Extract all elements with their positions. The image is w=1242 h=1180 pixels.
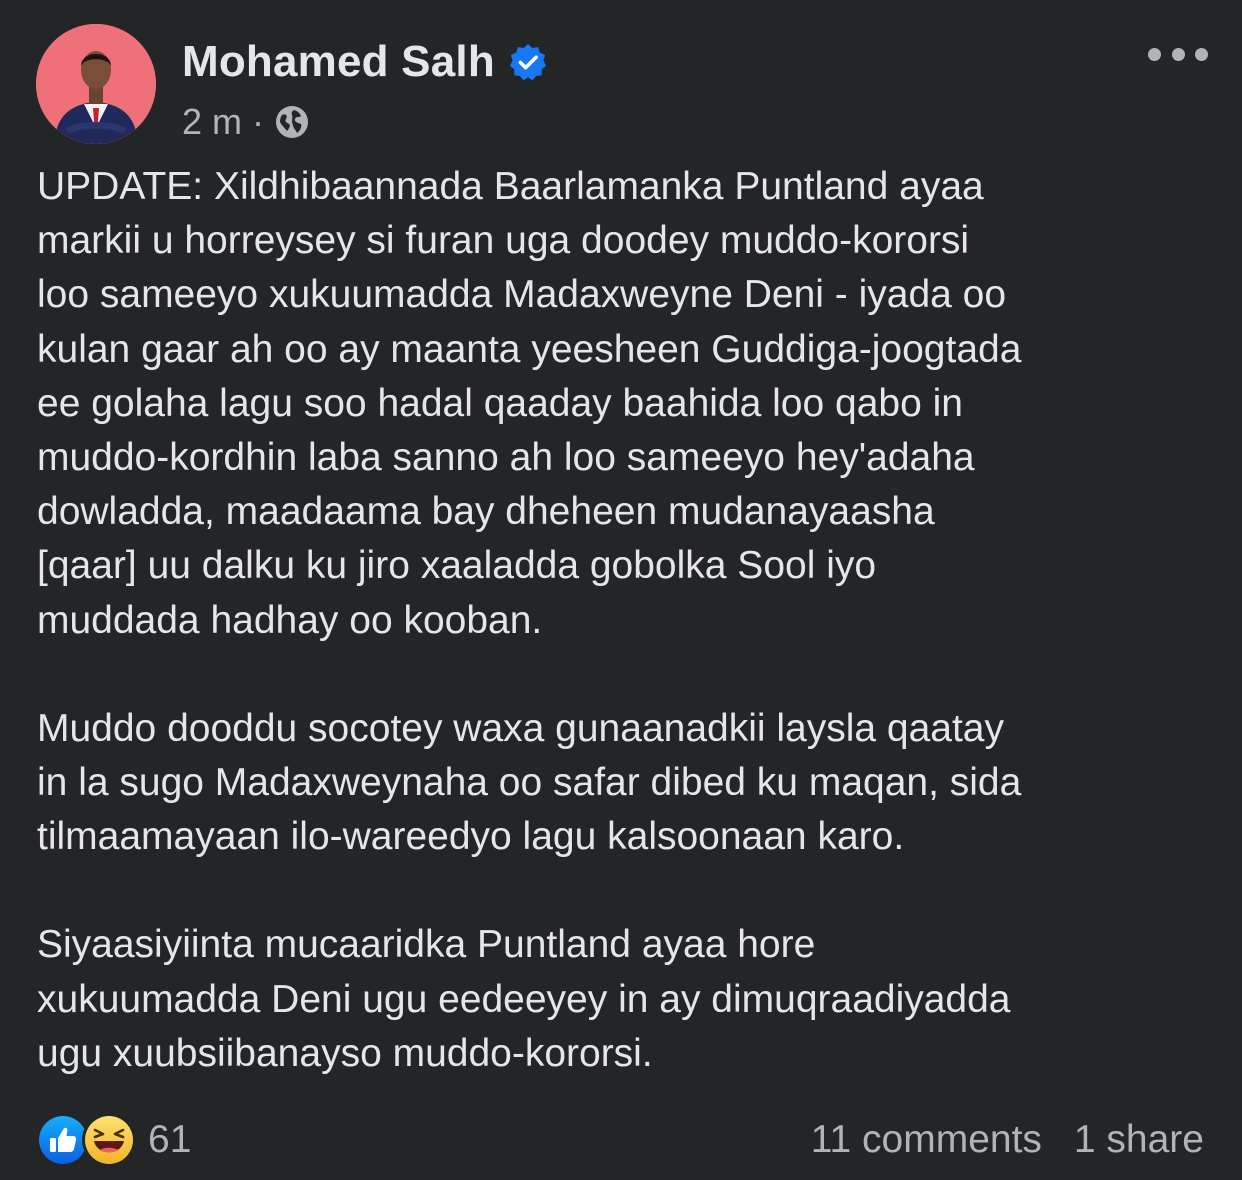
meta-separator: · [252,101,265,142]
post-paragraph: Muddo dooddu socotey waxa gunaanadkii la… [37,706,1022,859]
author-avatar[interactable] [36,24,156,144]
shares-count-link[interactable]: 1 share [1074,1118,1204,1162]
post-paragraph: UPDATE: Xildhibaannada Baarlamanka Puntl… [37,165,1022,642]
more-dot [1171,47,1185,61]
post-meta: 2 m · [182,98,310,146]
post-author-row: Mohamed Salh [182,34,547,90]
comments-count-link[interactable]: 11 comments [811,1118,1042,1162]
more-dot [1148,47,1161,61]
engagement-counts: 11 comments 1 share [811,1114,1204,1166]
reaction-count: 61 [148,1118,192,1161]
reactions-summary[interactable]: 61 [36,1113,192,1167]
more-options-button[interactable] [1148,36,1208,72]
post-timestamp[interactable]: 2 m [182,101,242,143]
person-portrait-icon [36,24,156,144]
globe-icon[interactable] [274,104,310,140]
haha-reaction-icon [82,1113,136,1167]
post-paragraph: Siyaasiyiinta mucaaridka Puntland ayaa h… [37,923,1011,1075]
post-text: UPDATE: Xildhibaannada Baarlamanka Puntl… [37,160,1217,1081]
author-name[interactable]: Mohamed Salh [182,37,495,87]
more-dot [1195,47,1208,61]
verified-badge-icon [509,43,546,81]
